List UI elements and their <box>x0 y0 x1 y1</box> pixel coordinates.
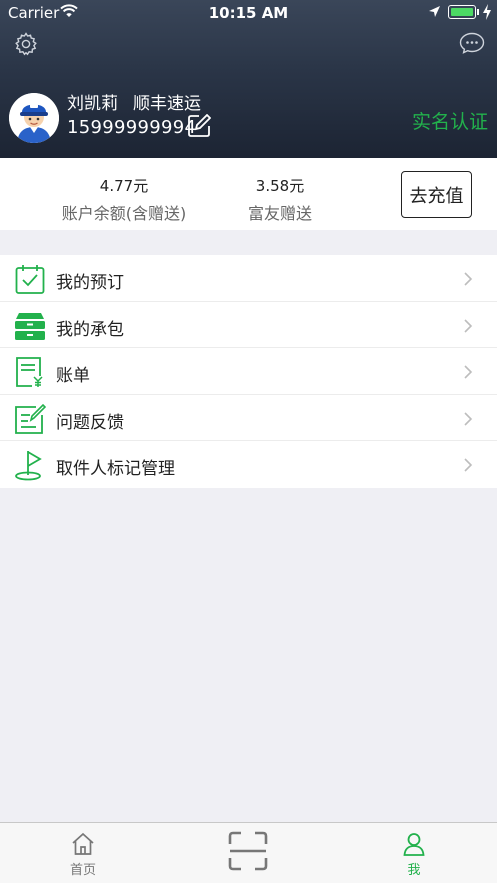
charging-bolt-icon <box>483 4 491 20</box>
gift-balance-label: 富友赠送 <box>247 204 312 223</box>
tab-bar: 首页 我 <box>0 822 497 883</box>
menu-label: 我的承包 <box>56 319 124 340</box>
menu-item-my-contracts[interactable]: 我的承包 <box>0 302 497 349</box>
recharge-button[interactable]: 去充值 <box>401 171 472 218</box>
account-balance-label: 账户余额(含赠送) <box>61 204 187 223</box>
menu-label: 问题反馈 <box>56 412 124 433</box>
location-arrow-icon <box>429 6 440 17</box>
calendar-check-icon <box>15 265 45 294</box>
message-icon[interactable] <box>459 32 485 54</box>
real-name-verify-link[interactable]: 实名认证 <box>412 107 488 134</box>
clock: 10:15 AM <box>208 4 289 22</box>
user-name: 刘凯莉 <box>67 94 118 114</box>
company-name: 顺丰速运 <box>133 94 201 114</box>
drawer-icon <box>15 312 45 340</box>
tab-scan[interactable] <box>208 823 288 883</box>
tab-label: 首页 <box>69 863 96 878</box>
scan-icon <box>228 831 268 871</box>
chevron-right-icon <box>464 272 473 286</box>
chevron-right-icon <box>464 412 473 426</box>
tab-me[interactable]: 我 <box>374 823 454 883</box>
gift-balance-value: 3.58元 <box>255 177 305 195</box>
gift-balance: 3.58元 富友赠送 <box>240 175 320 224</box>
phone-number: 15999999994 <box>67 117 197 138</box>
battery-icon <box>448 5 476 19</box>
menu-list: 我的预订 我的承包 账单 问题反馈 取件人标记管理 <box>0 255 497 488</box>
courier-avatar-icon <box>9 93 59 143</box>
bill-icon <box>16 357 43 388</box>
chevron-right-icon <box>464 365 473 379</box>
account-balance: 4.77元 账户余额(含赠送) <box>58 175 190 224</box>
menu-label: 我的预订 <box>56 273 124 293</box>
chevron-right-icon <box>464 319 473 333</box>
person-icon <box>403 833 425 856</box>
menu-item-recipient-marks[interactable]: 取件人标记管理 <box>0 441 497 488</box>
menu-label: 取件人标记管理 <box>56 459 175 480</box>
menu-item-my-reservations[interactable]: 我的预订 <box>0 255 497 302</box>
balance-panel: 4.77元 账户余额(含赠送) 3.58元 富友赠送 去充值 <box>0 158 497 230</box>
feedback-icon <box>15 403 46 434</box>
menu-label: 账单 <box>56 366 90 387</box>
account-balance-value: 4.77元 <box>99 177 149 195</box>
tab-home[interactable]: 首页 <box>43 823 123 883</box>
status-bar: Carrier 10:15 AM <box>0 0 497 26</box>
settings-gear-icon[interactable] <box>14 32 38 56</box>
home-icon <box>72 832 94 855</box>
profile-header: Carrier 10:15 AM 刘凯莉 顺丰速运 15999999994 实名… <box>0 0 497 158</box>
chevron-right-icon <box>464 458 473 472</box>
flag-icon <box>15 451 42 481</box>
edit-icon[interactable] <box>187 114 211 138</box>
tab-label: 我 <box>407 863 421 878</box>
battery-tip <box>477 9 479 15</box>
avatar[interactable] <box>9 93 59 143</box>
menu-item-bills[interactable]: 账单 <box>0 348 497 395</box>
menu-item-feedback[interactable]: 问题反馈 <box>0 395 497 442</box>
